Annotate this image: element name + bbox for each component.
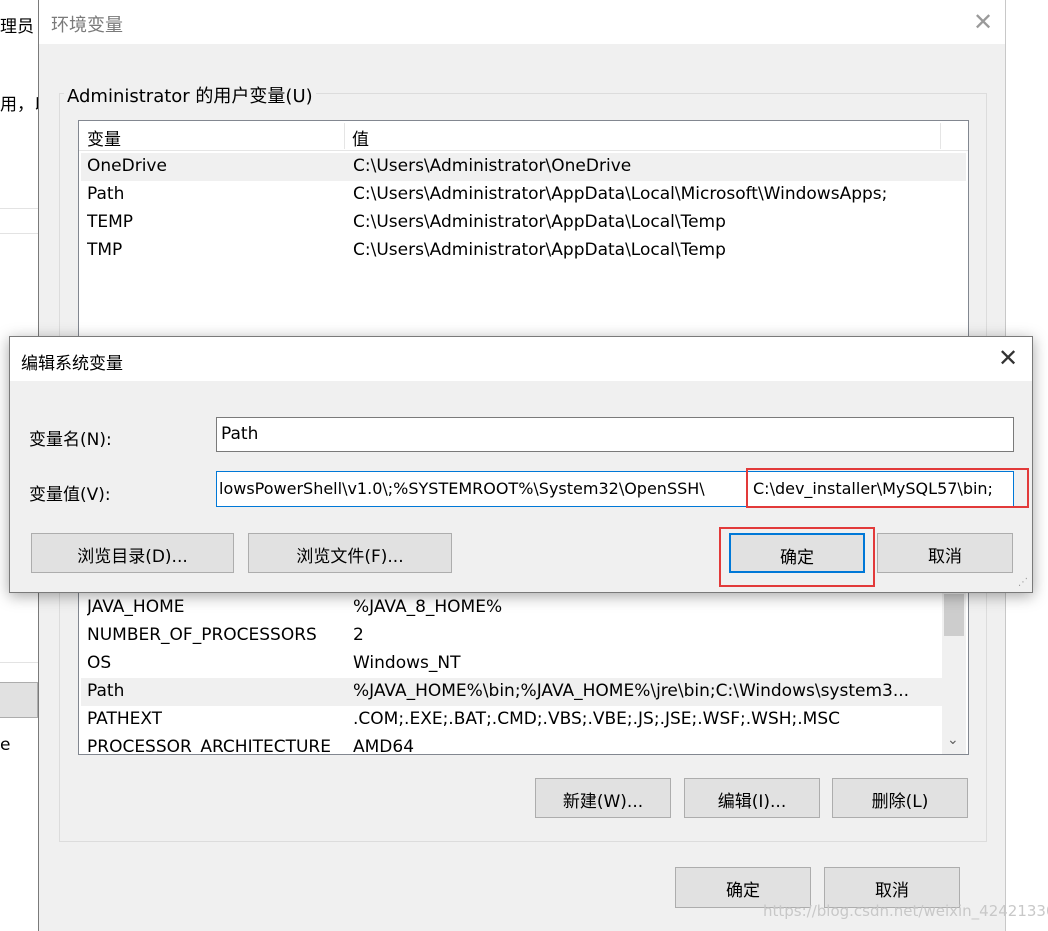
edit-button[interactable]: 编辑(I)... bbox=[684, 778, 820, 818]
variable-value: C:\Users\Administrator\AppData\Local\Tem… bbox=[353, 212, 726, 232]
list-item[interactable]: PATHEXT .COM;.EXE;.BAT;.CMD;.VBS;.VBE;.J… bbox=[81, 706, 966, 734]
variable-value: C:\Users\Administrator\OneDrive bbox=[353, 156, 632, 176]
list-item[interactable]: OneDrive C:\Users\Administrator\OneDrive bbox=[81, 153, 966, 181]
variable-value: C:\Users\Administrator\AppData\Local\Tem… bbox=[353, 240, 726, 260]
list-item[interactable]: OS Windows_NT bbox=[81, 650, 966, 678]
variable-name: JAVA_HOME bbox=[87, 597, 185, 617]
variable-name: NUMBER_OF_PROCESSORS bbox=[87, 625, 317, 645]
variable-value: Windows_NT bbox=[353, 653, 461, 673]
list-item[interactable]: Path %JAVA_HOME%\bin;%JAVA_HOME%\jre\bin… bbox=[81, 678, 942, 706]
variable-value-text: lowsPowerShell\v1.0\;%SYSTEMROOT%\System… bbox=[219, 479, 705, 498]
edit-button-label: 编辑(I)... bbox=[717, 792, 787, 812]
list-item[interactable]: PROCESSOR_ARCHITECTURE AMD64 bbox=[81, 734, 966, 755]
resize-grip-icon[interactable]: ⋰ bbox=[1018, 577, 1028, 588]
variable-name: Path bbox=[87, 681, 125, 701]
background-divider bbox=[0, 208, 38, 209]
user-variables-list[interactable]: 变量 值 OneDrive C:\Users\Administrator\One… bbox=[78, 120, 969, 337]
annotation-highlight-box bbox=[746, 468, 1029, 508]
close-icon[interactable]: ✕ bbox=[998, 346, 1018, 370]
edit-system-variable-dialog: 编辑系统变量 ✕ 变量名(N): Path 变量值(V): lowsPowerS… bbox=[9, 336, 1033, 593]
close-icon[interactable]: ✕ bbox=[973, 10, 993, 34]
variable-name: TEMP bbox=[87, 212, 134, 232]
list-item[interactable]: TMP C:\Users\Administrator\AppData\Local… bbox=[81, 237, 966, 265]
watermark: https://blog.csdn.net/weixin_42421330 bbox=[763, 902, 1048, 920]
list-item[interactable]: JAVA_HOME %JAVA_8_HOME% bbox=[81, 594, 966, 622]
background-divider bbox=[0, 233, 38, 234]
ok-button-label: 确定 bbox=[780, 548, 814, 568]
variable-value: 2 bbox=[353, 625, 364, 645]
browse-directory-button[interactable]: 浏览目录(D)... bbox=[31, 533, 234, 573]
variable-name: OneDrive bbox=[87, 156, 167, 176]
list-item[interactable]: TEMP C:\Users\Administrator\AppData\Loca… bbox=[81, 209, 966, 237]
variable-value: %JAVA_8_HOME% bbox=[353, 597, 503, 617]
list-item[interactable]: NUMBER_OF_PROCESSORS 2 bbox=[81, 622, 966, 650]
background-divider bbox=[0, 662, 38, 663]
column-header-value[interactable]: 值 bbox=[352, 125, 369, 150]
variable-name: TMP bbox=[87, 240, 123, 260]
user-variables-label: Administrator 的用户变量(U) bbox=[64, 82, 316, 108]
background-button[interactable] bbox=[0, 682, 38, 718]
variable-name: OS bbox=[87, 653, 112, 673]
variable-name: Path bbox=[87, 184, 125, 204]
ok-button-label: 确定 bbox=[726, 881, 760, 901]
variable-name: PATHEXT bbox=[87, 709, 163, 729]
column-divider[interactable] bbox=[940, 123, 941, 149]
delete-button-label: 删除(L) bbox=[871, 792, 929, 812]
ok-button[interactable]: 确定 bbox=[729, 533, 865, 573]
new-button-label: 新建(W)... bbox=[562, 792, 644, 812]
chevron-down-icon[interactable]: ⌄ bbox=[947, 732, 959, 748]
dialog-titlebar: 环境变量 ✕ bbox=[39, 0, 1005, 44]
list-item[interactable]: Path C:\Users\Administrator\AppData\Loca… bbox=[81, 181, 966, 209]
browse-directory-label: 浏览目录(D)... bbox=[77, 547, 188, 567]
list-header: 变量 值 bbox=[79, 121, 968, 151]
new-button[interactable]: 新建(W)... bbox=[535, 778, 671, 818]
browse-file-button[interactable]: 浏览文件(F)... bbox=[248, 533, 452, 573]
background-title-fragment: 理员 bbox=[0, 17, 34, 37]
column-header-variable[interactable]: 变量 bbox=[87, 125, 121, 150]
variable-value: .COM;.EXE;.BAT;.CMD;.VBS;.VBE;.JS;.JSE;.… bbox=[353, 709, 841, 729]
dialog-titlebar: 编辑系统变量 ✕ bbox=[10, 337, 1032, 381]
background-side-fragment: e bbox=[0, 735, 11, 755]
cancel-button[interactable]: 取消 bbox=[877, 533, 1013, 573]
cancel-button-label: 取消 bbox=[875, 881, 909, 901]
variable-value: C:\Users\Administrator\AppData\Local\Mic… bbox=[353, 184, 888, 204]
cancel-button-label: 取消 bbox=[928, 547, 962, 567]
browse-file-label: 浏览文件(F)... bbox=[296, 547, 404, 567]
variable-name-value: Path bbox=[221, 424, 259, 444]
dialog-title: 编辑系统变量 bbox=[21, 354, 123, 374]
variable-name-label: 变量名(N): bbox=[29, 430, 112, 450]
column-divider[interactable] bbox=[344, 123, 345, 149]
delete-button[interactable]: 删除(L) bbox=[832, 778, 968, 818]
variable-name-field[interactable]: Path bbox=[216, 417, 1014, 452]
variable-value: AMD64 bbox=[353, 737, 415, 755]
variable-value-label: 变量值(V): bbox=[29, 485, 111, 505]
variable-value: %JAVA_HOME%\bin;%JAVA_HOME%\jre\bin;C:\W… bbox=[353, 681, 910, 701]
scrollbar-thumb[interactable] bbox=[944, 594, 964, 636]
variable-name: PROCESSOR_ARCHITECTURE bbox=[87, 737, 331, 755]
dialog-title: 环境变量 bbox=[51, 15, 123, 36]
